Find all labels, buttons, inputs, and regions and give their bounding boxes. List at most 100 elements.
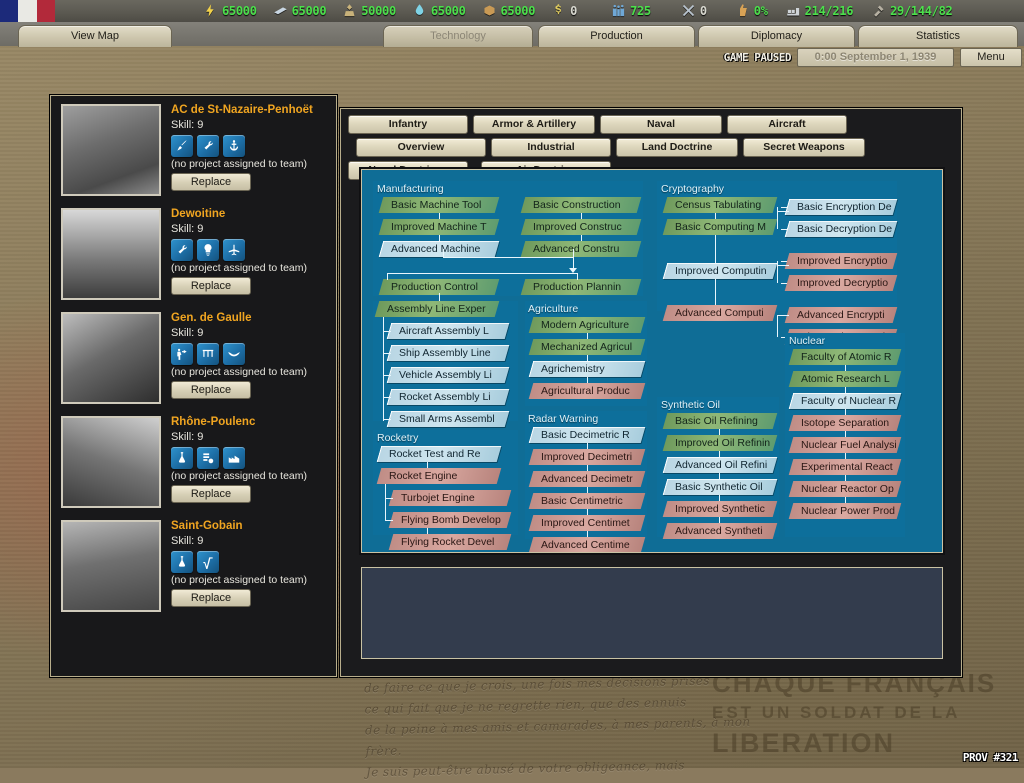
tech-node[interactable]: Aircraft Assembly L [387,323,510,339]
tech-node[interactable]: Advanced Machine [379,241,500,257]
replace-team-button[interactable]: Replace [171,381,251,399]
tech-node[interactable]: Atomic Research L [789,371,902,387]
tech-node[interactable]: Nuclear Power Prod [789,503,902,519]
team-row[interactable]: DewoitineSkill: 9(no project assigned to… [51,200,336,304]
category-tab-industrial[interactable]: Industrial [491,138,611,157]
tech-node[interactable]: Basic Synthetic Oil [663,479,778,495]
tech-group-label: Rocketry [377,432,418,444]
tech-link [719,473,720,479]
tech-link [845,453,846,459]
tech-link [383,419,391,420]
team-row[interactable]: Rhône-PoulencSkill: 9(no project assigne… [51,408,336,512]
tab-production[interactable]: Production [538,25,695,47]
tech-node[interactable]: Flying Rocket Devel [389,534,512,550]
tech-node[interactable]: Vehicle Assembly Li [387,367,510,383]
category-tab-aircraft[interactable]: Aircraft [727,115,847,134]
tech-node[interactable]: Ship Assembly Line [387,345,510,361]
replace-team-button[interactable]: Replace [171,589,251,607]
tech-link [443,257,573,258]
category-tab-naval[interactable]: Naval [600,115,722,134]
team-row[interactable]: Gen. de GaulleSkill: 9(no project assign… [51,304,336,408]
tech-node[interactable]: Improved Decryptio [785,275,898,291]
tech-link [845,387,846,393]
tech-node-label: Mechanized Agricul [541,339,643,355]
tech-node[interactable]: Advanced Oil Refini [663,457,778,473]
tab-diplomacy[interactable]: Diplomacy [698,25,855,47]
tech-node[interactable]: Improved Machine T [379,219,500,235]
land-doctrine-icon [197,343,219,365]
tech-node[interactable]: Advanced Syntheti [663,523,778,539]
tech-node[interactable]: Assembly Line Exper [375,301,500,317]
tech-node[interactable]: Rocket Engine [377,468,502,484]
category-tab-overview[interactable]: Overview [356,138,486,157]
tab-view-map[interactable]: View Map [18,25,172,47]
tech-node[interactable]: Experimental React [789,459,902,475]
tech-node[interactable]: Production Plannin [521,279,642,295]
industry-plant-icon [223,447,245,469]
menu-button[interactable]: Menu [960,48,1022,67]
tech-node-label: Isotope Separation [801,415,899,431]
tech-node[interactable]: Basic Computing M [663,219,778,235]
tab-statistics[interactable]: Statistics [858,25,1018,47]
tech-node[interactable]: Advanced Centime [529,537,646,553]
tech-node[interactable]: Nuclear Fuel Analysi [789,437,902,453]
tech-node[interactable]: Basic Decimetric R [529,427,646,443]
tech-node[interactable]: Basic Centimetric [529,493,646,509]
tech-node-label: Rocket Engine [389,468,499,484]
tech-node[interactable]: Basic Machine Tool [379,197,500,213]
tech-node[interactable]: Small Arms Assembl [387,411,510,427]
tech-node[interactable]: Improved Oil Refinin [663,435,778,451]
resource-oil: 65000 [412,3,466,19]
tech-node[interactable]: Basic Encryption De [785,199,898,215]
tech-node-label: Aircraft Assembly L [399,323,507,339]
team-row[interactable]: Saint-GobainSkill: 9(no project assigned… [51,512,336,616]
tech-node-label: Basic Construction [533,197,639,213]
tech-group-label: Synthetic Oil [661,399,720,411]
tech-node[interactable]: Modern Agriculture [529,317,646,333]
tech-node-label: Advanced Encrypti [797,307,895,323]
category-tab-secret-weapons[interactable]: Secret Weapons [743,138,865,157]
tech-node[interactable]: Improved Decimetri [529,449,646,465]
tech-node[interactable]: Turbojet Engine [389,490,512,506]
tech-node[interactable]: Faculty of Nuclear R [789,393,902,409]
tech-node[interactable]: Faculty of Atomic R [789,349,902,365]
team-name: Gen. de Gaulle [171,312,336,325]
tech-node[interactable]: Basic Oil Refining [663,413,778,429]
tech-node[interactable]: Rocket Test and Re [377,446,502,462]
tech-node[interactable]: Improved Encryptio [785,253,898,269]
category-tab-armor-artillery[interactable]: Armor & Artillery [473,115,595,134]
replace-team-button[interactable]: Replace [171,485,251,503]
tech-node[interactable]: Basic Construction [521,197,642,213]
tech-node[interactable]: Nuclear Reactor Op [789,481,902,497]
tech-node[interactable]: Isotope Separation [789,415,902,431]
tech-node[interactable]: Agrichemistry [529,361,646,377]
dissent-icon [735,3,750,19]
tech-link [715,213,716,219]
tech-node[interactable]: Advanced Decimetr [529,471,646,487]
tech-node[interactable]: Census Tabulating [663,197,778,213]
tech-node[interactable]: Improved Computin [663,263,778,279]
team-row[interactable]: AC de St-Nazaire-PenhoëtSkill: 9(no proj… [51,96,336,200]
tech-node[interactable]: Rocket Assembly Li [387,389,510,405]
tech-node[interactable]: Improved Synthetic [663,501,778,517]
replace-team-button[interactable]: Replace [171,173,251,191]
category-tab-land-doctrine[interactable]: Land Doctrine [616,138,738,157]
tech-link [387,273,577,274]
tech-link [777,265,789,266]
tech-node[interactable]: Advanced Computi [663,305,778,321]
tech-node[interactable]: Basic Decryption De [785,221,898,237]
category-tab-infantry[interactable]: Infantry [348,115,468,134]
officers-icon [871,3,886,19]
tech-node[interactable]: Advanced Constru [521,241,642,257]
tech-link [587,465,588,471]
tech-node[interactable]: Advanced Encrypti [785,307,898,323]
tech-node[interactable]: Improved Construc [521,219,642,235]
replace-team-button[interactable]: Replace [171,277,251,295]
tech-node[interactable]: Flying Bomb Develop [389,512,512,528]
tech-link [439,235,440,241]
tech-node[interactable]: Agricultural Produc [529,383,646,399]
tech-link [845,497,846,503]
tab-technology[interactable]: Technology [383,25,533,47]
tech-node[interactable]: Mechanized Agricul [529,339,646,355]
tech-node[interactable]: Improved Centimet [529,515,646,531]
